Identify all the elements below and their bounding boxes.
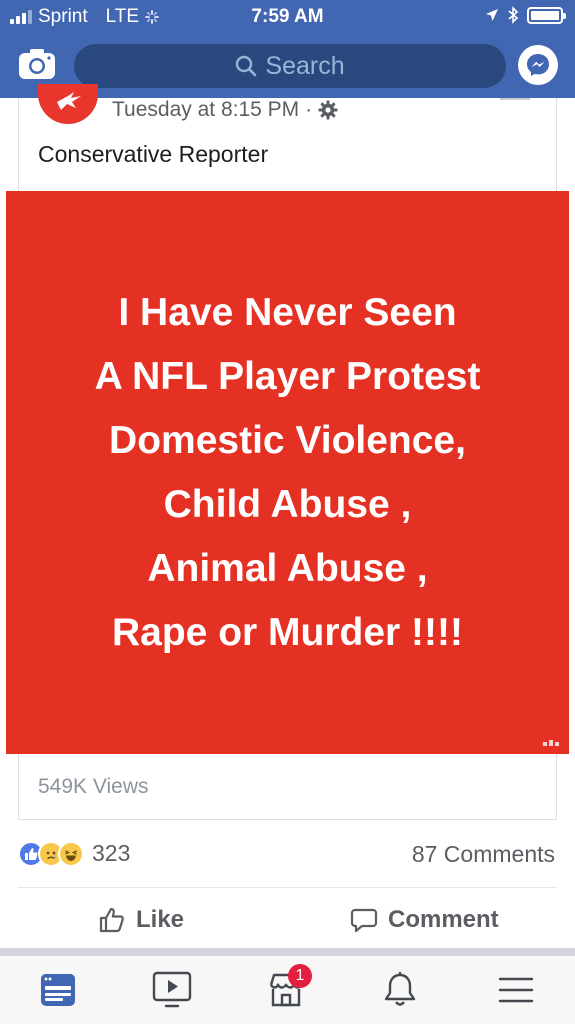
nav-notifications[interactable] [380,970,420,1010]
battery-icon [527,6,566,24]
reactions-summary[interactable]: 323 [18,840,130,867]
like-button[interactable]: Like [98,900,184,940]
notifications-icon [384,972,416,1006]
battery-fill [531,10,559,20]
image-loading-icon [543,740,559,746]
menu-icon [498,977,534,1003]
camera-icon [19,49,55,79]
post-timestamp-row: Tuesday at 8:15 PM · [112,98,338,122]
bottom-nav: 1 [0,956,575,1024]
bluetooth-icon [508,6,519,24]
comments-count[interactable]: 87 Comments [412,841,555,868]
image-text-line: Rape or Murder !!!! [112,610,463,654]
nav-news-feed[interactable] [38,970,78,1010]
nav-watch[interactable] [152,970,192,1010]
timestamp-separator: · [305,98,313,121]
nav-marketplace[interactable]: 1 [266,964,312,1010]
camera-button[interactable] [18,48,56,80]
comment-button[interactable]: Comment [350,900,499,940]
view-count: 549K Views [38,775,149,798]
gear-icon [318,100,338,120]
news-feed-icon [41,974,75,1006]
post-options-icon[interactable] [500,98,530,102]
eagle-logo-icon [57,92,81,110]
image-text-line: A NFL Player Protest [94,354,481,398]
like-label: Like [136,906,185,933]
image-text-line: Child Abuse , [163,482,412,526]
messenger-icon [527,54,549,76]
comment-bubble-icon [350,908,378,933]
image-text-line: Animal Abuse , [147,546,428,590]
section-divider [0,948,575,956]
marketplace-badge: 1 [288,964,312,988]
post-timestamp[interactable]: Tuesday at 8:15 PM [112,98,299,122]
search-placeholder: Search [265,51,345,80]
image-text-line: I Have Never Seen [118,290,457,334]
comment-label: Comment [388,906,499,933]
search-icon [236,55,257,77]
nav-menu[interactable] [496,970,536,1010]
haha-reaction-icon [58,840,84,867]
reaction-count: 323 [92,840,131,866]
thumbs-up-icon [99,907,124,933]
status-right [485,6,566,24]
watch-icon [152,971,192,1008]
divider [18,887,557,888]
messenger-button[interactable] [518,45,558,85]
image-text-line: Domestic Violence, [109,418,466,462]
search-bar[interactable]: Search [74,44,506,88]
post-image[interactable]: I Have Never Seen A NFL Player Protest D… [6,191,569,754]
location-arrow-icon [486,9,498,21]
facebook-feed-screen: Sprint LTE 7:59 AM Search Tuesday at 8:1… [0,0,575,1024]
post-author[interactable]: Conservative Reporter [38,141,268,168]
status-bar: Sprint LTE 7:59 AM [0,0,575,34]
